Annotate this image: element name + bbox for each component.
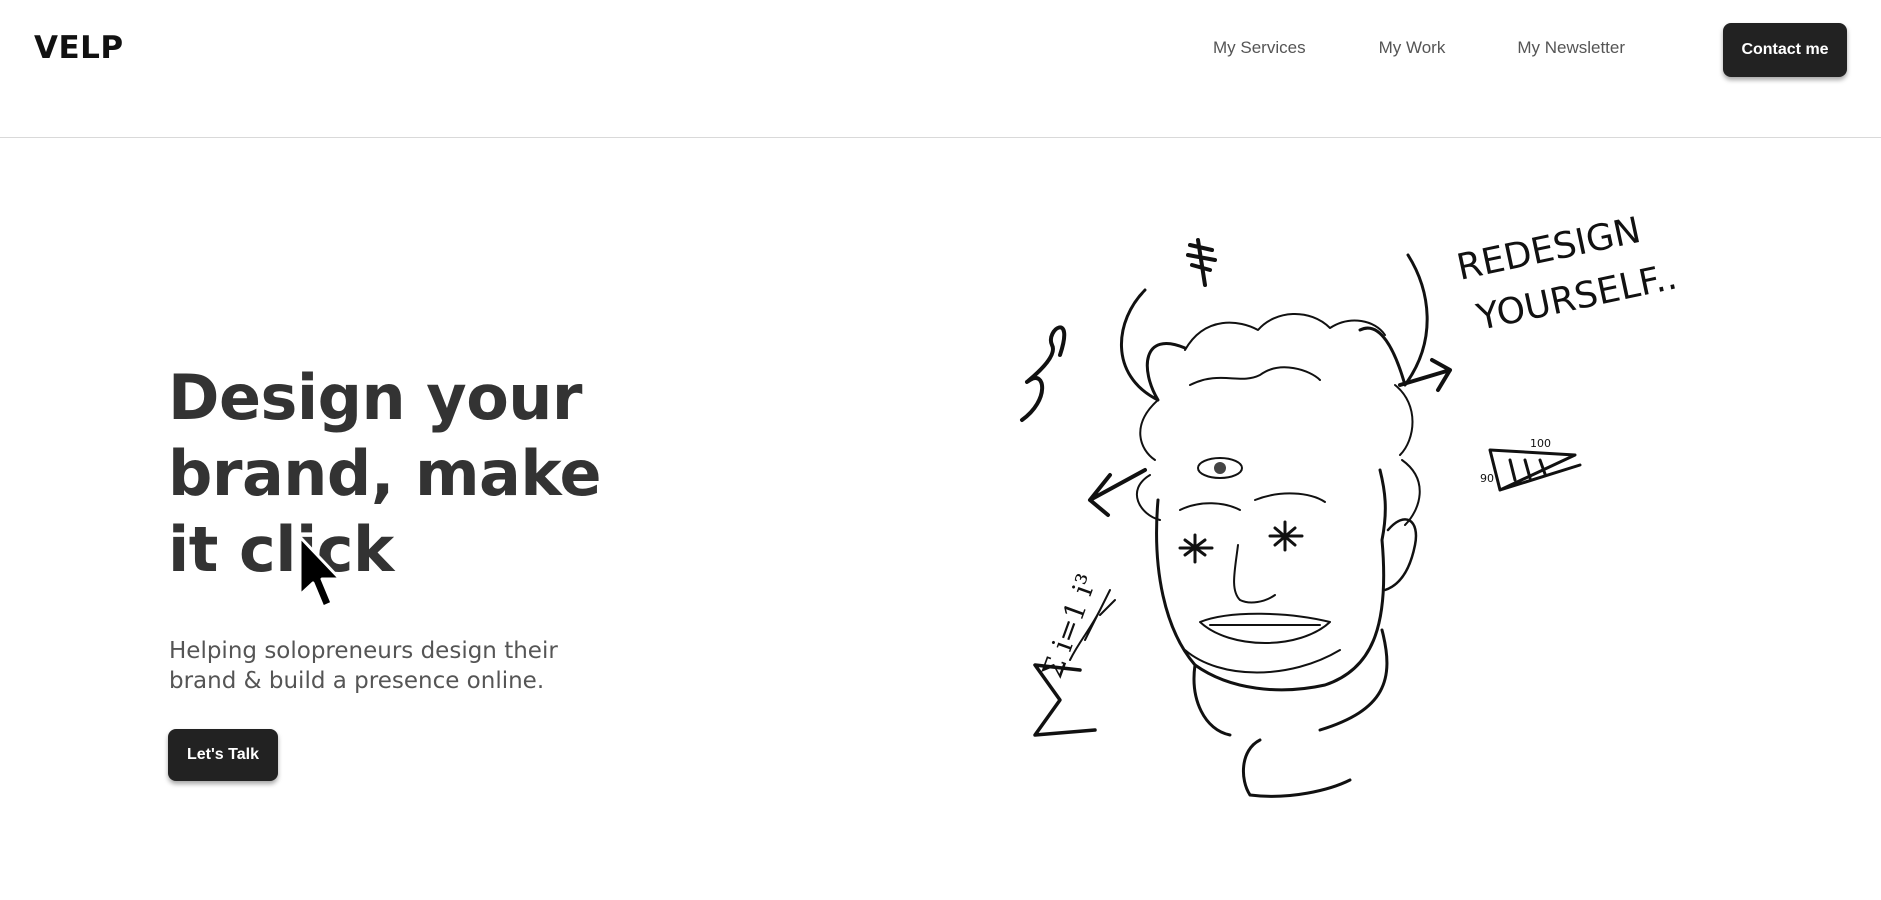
hero-title: Design your brand, make it click [168, 361, 602, 586]
nose [1233, 544, 1276, 604]
formula-text: Σ i=1 i³ [1036, 570, 1104, 683]
contact-button[interactable]: Contact me [1723, 23, 1847, 77]
right-eye [1268, 520, 1304, 552]
left-horn [1120, 288, 1187, 402]
triangle-label-side: 90 [1480, 472, 1494, 485]
face-outline [1155, 468, 1387, 692]
hero-subtitle: Helping solopreneurs design their brand … [169, 638, 558, 694]
nav-link-services[interactable]: My Services [1213, 38, 1306, 58]
mouth [1199, 612, 1331, 644]
mouse-cursor-icon [298, 535, 342, 609]
right-arrow [1398, 358, 1452, 392]
screw-icon [1186, 238, 1217, 287]
right-horn [1358, 253, 1429, 387]
dna-squiggle [1020, 325, 1067, 422]
triangle-label-top: 100 [1530, 437, 1551, 450]
ear [1383, 518, 1418, 592]
hero-illustration: REDESIGN YOURSELF.. 100 90 Σ i=1 i³ [1020, 210, 1681, 798]
site-header: VELP My Services My Work My Newsletter C… [0, 0, 1881, 138]
beard [1184, 649, 1341, 674]
lets-talk-button[interactable]: Let's Talk [168, 729, 278, 781]
triangle-ruler [1488, 448, 1582, 492]
nav-link-work[interactable]: My Work [1379, 38, 1446, 58]
left-eye [1178, 533, 1214, 564]
eyebrows [1179, 492, 1326, 511]
main-nav: My Services My Work My Newsletter [1213, 38, 1625, 58]
neck [1192, 628, 1389, 798]
logo[interactable]: VELP [34, 30, 124, 66]
nav-link-newsletter[interactable]: My Newsletter [1517, 38, 1625, 58]
